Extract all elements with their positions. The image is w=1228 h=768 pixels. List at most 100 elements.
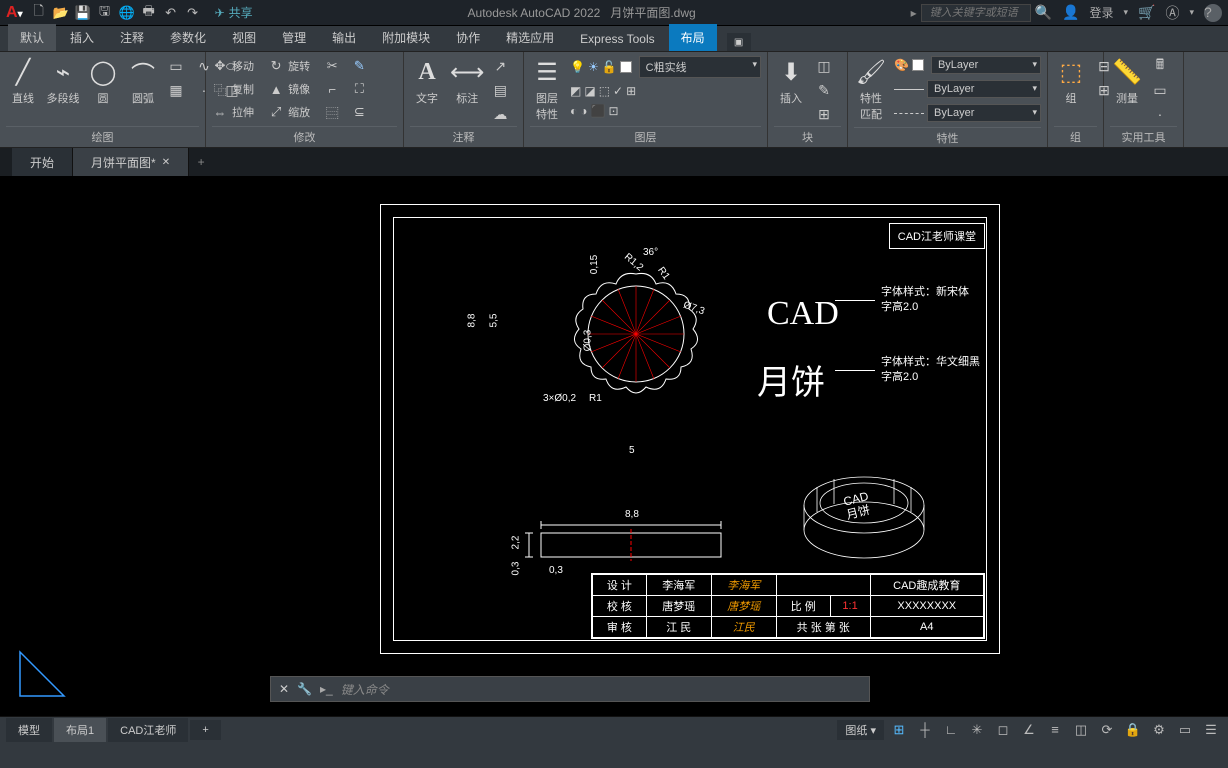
web-icon[interactable]: 🌐 [119, 5, 135, 21]
explode-icon[interactable]: ⛶ [351, 81, 367, 97]
osnap-icon[interactable]: ◻ [992, 720, 1014, 740]
layer-ico3[interactable]: ⬚ [599, 84, 610, 98]
undo-icon[interactable]: ↶ [163, 5, 179, 21]
redo-icon[interactable]: ↷ [185, 5, 201, 21]
menu-tab-0[interactable]: 默认 [8, 24, 56, 51]
cycle-icon[interactable]: ⟳ [1096, 720, 1118, 740]
custom-icon[interactable]: ☰ [1200, 720, 1222, 740]
ortho-icon[interactable]: ∟ [940, 720, 962, 740]
layer-ico5[interactable]: ⊞ [626, 84, 636, 98]
trim-icon[interactable]: ✂ [324, 58, 340, 74]
offset-icon[interactable]: ⊆ [351, 104, 367, 120]
tab-layout1[interactable]: 布局1 [54, 718, 106, 742]
layer-ico8[interactable]: ⬛ [591, 104, 606, 118]
menu-tab-11[interactable]: 布局 [669, 24, 717, 51]
help-search-input[interactable] [921, 4, 1031, 22]
menu-tab-7[interactable]: 附加模块 [370, 24, 442, 51]
edit-block-icon[interactable]: ✎ [814, 80, 834, 100]
calc-icon[interactable]: 🖩 [1150, 56, 1170, 76]
group-button[interactable]: ⬚组 [1054, 56, 1088, 106]
app-icon[interactable]: Ⓐ [1165, 3, 1179, 23]
layerprops-button[interactable]: ☰图层 特性 [530, 56, 564, 122]
table-icon[interactable]: ▤ [490, 80, 510, 100]
polar-icon[interactable]: ✳ [966, 720, 988, 740]
color-combo[interactable]: ByLayer [931, 56, 1041, 74]
menu-tab-3[interactable]: 参数化 [158, 24, 218, 51]
anno-scale-icon[interactable]: 🔒 [1122, 720, 1144, 740]
copy-button[interactable]: ⿻复制 ▲镜像 ⌐ ⛶ [212, 79, 367, 99]
menu-tab-9[interactable]: 精选应用 [494, 24, 566, 51]
erase-icon[interactable]: ✎ [351, 58, 367, 74]
search-icon[interactable]: 🔍 [1035, 4, 1052, 21]
wrench-icon[interactable]: 🔧 [297, 682, 312, 696]
command-line[interactable]: ✕ 🔧 ▸_ 键入命令 [270, 676, 870, 702]
layer-ico9[interactable]: ⊡ [608, 104, 618, 118]
hatch-icon[interactable]: ▦ [166, 80, 186, 100]
menu-tab-5[interactable]: 管理 [270, 24, 318, 51]
share-button[interactable]: ✈ 共享 [215, 4, 253, 21]
clean-icon[interactable]: ▭ [1174, 720, 1196, 740]
measure-button[interactable]: 📏测量 [1110, 56, 1144, 106]
cart-icon[interactable]: 🛒 [1138, 4, 1155, 21]
save-icon[interactable]: 💾 [75, 5, 91, 21]
layer-combo[interactable]: C粗实线 [639, 56, 761, 78]
menu-tab-10[interactable]: Express Tools [568, 27, 666, 51]
color-wheel-icon[interactable]: 🎨 [894, 58, 909, 72]
menu-tab-6[interactable]: 输出 [320, 24, 368, 51]
create-block-icon[interactable]: ◫ [814, 56, 834, 76]
login-button[interactable]: 登录 [1089, 4, 1113, 21]
open-icon[interactable]: 📂 [53, 5, 69, 21]
workspace-icon[interactable]: ⚙ [1148, 720, 1170, 740]
point-icon2[interactable]: · [1150, 104, 1170, 124]
dimension-button[interactable]: ⟷标注 [450, 56, 484, 106]
menu-tab-8[interactable]: 协作 [444, 24, 492, 51]
tab-current[interactable]: 月饼平面图*✕ [73, 148, 189, 177]
layer-ico7[interactable]: ◑ [580, 104, 587, 118]
arc-button[interactable]: ⌒圆弧 [126, 56, 160, 106]
otrack-icon[interactable]: ∠ [1018, 720, 1040, 740]
layer-ico1[interactable]: ◩ [570, 84, 581, 98]
circle-button[interactable]: ◯圆 [86, 56, 120, 106]
select-icon[interactable]: ▭ [1150, 80, 1170, 100]
tab-teacher[interactable]: CAD江老师 [108, 718, 188, 742]
attr-icon[interactable]: ⊞ [814, 104, 834, 124]
ltype-combo[interactable]: ByLayer [927, 104, 1041, 122]
menu-tab-1[interactable]: 插入 [58, 24, 106, 51]
stretch-button[interactable]: ⇔拉伸 ⤢缩放 ⿳ ⊆ [212, 102, 367, 122]
menu-tab-4[interactable]: 视图 [220, 24, 268, 51]
bulb-icon[interactable]: 💡 [570, 60, 585, 74]
layer-ico6[interactable]: ◐ [570, 104, 577, 118]
paper-toggle[interactable]: 图纸 ▾ [837, 720, 884, 740]
text-button[interactable]: A文字 [410, 56, 444, 106]
new-tab-button[interactable]: + [189, 155, 213, 169]
line-button[interactable]: ╱直线 [6, 56, 40, 106]
cloud-icon[interactable]: ☁ [490, 104, 510, 124]
move-button[interactable]: ✥移动 ↻旋转 ✂ ✎ [212, 56, 367, 76]
close-cmd-icon[interactable]: ✕ [279, 682, 289, 696]
lweight-combo[interactable]: ByLayer [927, 80, 1041, 98]
leader-icon[interactable]: ↗ [490, 56, 510, 76]
fillet-icon[interactable]: ⌐ [324, 81, 340, 97]
menu-tab-2[interactable]: 注释 [108, 24, 156, 51]
matchprop-button[interactable]: 🖌特性 匹配 [854, 56, 888, 122]
plot-icon[interactable]: 🖶 [141, 5, 157, 21]
array-icon[interactable]: ⿳ [324, 104, 340, 120]
insert-button[interactable]: ⬇插入 [774, 56, 808, 106]
sun-icon[interactable]: ☀ [588, 60, 599, 74]
help-icon[interactable]: ? [1204, 4, 1222, 22]
layer-ico4[interactable]: ✓ [613, 84, 623, 98]
tab-add-layout[interactable]: + [190, 720, 220, 740]
user-icon[interactable]: 👤 [1062, 4, 1079, 21]
transparency-icon[interactable]: ◫ [1070, 720, 1092, 740]
polyline-button[interactable]: ⌁多段线 [46, 56, 80, 106]
layer-ico2[interactable]: ◪ [584, 84, 595, 98]
grid-icon[interactable]: ⊞ [888, 720, 910, 740]
lock-icon[interactable]: 🔓 [602, 60, 617, 74]
tab-start[interactable]: 开始 [12, 148, 73, 177]
lweight-icon[interactable]: ≡ [1044, 720, 1066, 740]
drawing-canvas[interactable]: CAD江老师课堂 8,8 5,5 5 36° R1,2 R1 Ø7,3 [0, 176, 1228, 716]
close-icon[interactable]: ✕ [162, 157, 170, 168]
app-logo[interactable]: A▾ [6, 4, 23, 22]
featured-apps-icon[interactable]: ▣ [727, 33, 751, 51]
tab-model[interactable]: 模型 [6, 718, 52, 742]
